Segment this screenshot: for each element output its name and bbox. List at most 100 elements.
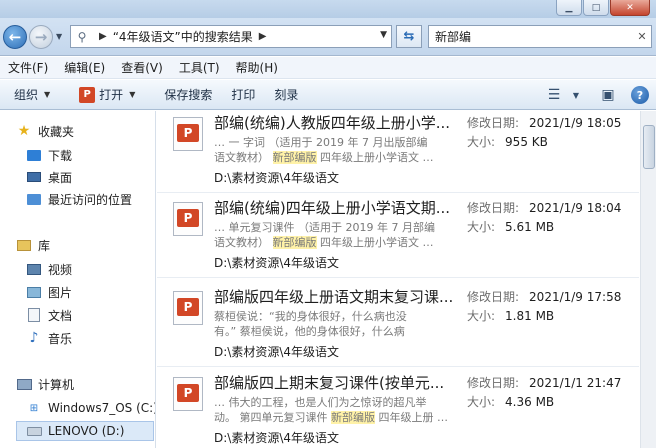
nav-music[interactable]: ♪ 音乐 — [26, 328, 72, 348]
nav-drive-c[interactable]: ⊞ Windows7_OS (C:) — [26, 398, 156, 418]
list-item[interactable]: P 部编(统编)四年级上册小学语文期... … 单元复习课件 （适用于 2019… — [157, 196, 639, 278]
drive-icon — [26, 423, 42, 439]
result-title[interactable]: 部编版四年级上册语文期末复习课... — [214, 286, 454, 307]
nav-desktop-label: 桌面 — [48, 170, 73, 185]
size-value: 4.36 MB — [505, 395, 555, 409]
nav-drive-c-label: Windows7_OS (C:) — [48, 401, 156, 415]
result-size: 大小: 4.36 MB — [467, 393, 554, 410]
nav-recent-label: 最近访问的位置 — [48, 192, 133, 207]
result-modified: 修改日期: 2021/1/1 21:47 — [467, 374, 621, 391]
preview-pane-icon[interactable]: ▣ — [598, 85, 618, 105]
view-options-icon[interactable]: ☰ — [544, 85, 564, 105]
search-box[interactable]: 新部编 ✕ — [428, 25, 652, 48]
powerpoint-file-icon: P — [173, 117, 203, 151]
nav-drive-d[interactable]: LENOVO (D:) — [16, 421, 154, 441]
nav-documents[interactable]: 文档 — [26, 305, 72, 325]
size-label: 大小: — [467, 309, 496, 323]
help-button[interactable]: ? — [630, 85, 650, 105]
snippet-text: 四年级上册小学语文 … — [316, 236, 434, 249]
nav-recent-places[interactable]: 最近访问的位置 — [26, 189, 132, 209]
size-label: 大小: — [467, 395, 496, 409]
search-results-list: P 部编(统编)人教版四年级上册小学... … 一 字词 （适用于 2019 年… — [157, 111, 639, 448]
print-button[interactable]: 打印 — [221, 80, 264, 110]
vertical-scrollbar[interactable] — [640, 111, 656, 448]
modified-value: 2021/1/9 18:04 — [529, 201, 622, 215]
minimize-button[interactable]: ▁ — [556, 0, 582, 16]
command-bar: 组织 ▼ P 打开 ▼ 保存搜索 打印 刻录 ☰ ▼ ▣ ? — [0, 80, 656, 110]
scrollbar-thumb[interactable] — [643, 125, 655, 169]
result-title[interactable]: 部编(统编)人教版四年级上册小学... — [214, 112, 454, 133]
organize-button[interactable]: 组织 ▼ — [0, 80, 59, 110]
nav-pictures[interactable]: 图片 — [26, 282, 72, 302]
result-modified: 修改日期: 2021/1/9 18:05 — [467, 114, 621, 131]
menu-edit[interactable]: 编辑(E) — [56, 59, 113, 76]
minimize-icon: ▁ — [565, 2, 573, 13]
windows-drive-icon: ⊞ — [29, 402, 39, 414]
address-dropdown-icon[interactable]: ▼ — [380, 30, 387, 40]
address-path[interactable]: “4年级语文”中的搜索结果 — [113, 28, 253, 45]
menu-view[interactable]: 查看(V) — [113, 59, 171, 76]
address-box[interactable]: ⚲ ▶ “4年级语文”中的搜索结果 ▶ ▼ — [70, 25, 392, 48]
result-snippet: … 伟大的工程，也是人们为之惊讶的超凡举 动。 第四单元复习课件 新部编版 四年… — [214, 395, 454, 425]
title-bar: ▁ □ ✕ — [0, 0, 656, 18]
recent-places-icon — [26, 191, 42, 207]
snippet-line: 语文教材） 新部编版 四年级上册小学语文 … — [214, 150, 454, 165]
open-button[interactable]: P 打开 ▼ — [59, 80, 144, 110]
recent-pages-dropdown[interactable]: ▼ — [56, 32, 62, 41]
nav-favorites[interactable]: ★ 收藏夹 — [16, 121, 74, 141]
forward-button[interactable]: → — [29, 25, 53, 49]
search-input[interactable]: 新部编 — [435, 28, 633, 45]
snippet-text: 有。” 蔡桓侯说，他的身体很好，什么病 — [214, 325, 405, 338]
result-size: 大小: 5.61 MB — [467, 218, 554, 235]
navigation-pane: ★ 收藏夹 下载 桌面 最近访问的位置 库 视频 图片 文档 ♪ 音乐 计算机 … — [0, 111, 156, 448]
modified-label: 修改日期: — [467, 201, 520, 215]
result-size: 大小: 1.81 MB — [467, 307, 554, 324]
list-item[interactable]: P 部编(统编)人教版四年级上册小学... … 一 字词 （适用于 2019 年… — [157, 111, 639, 193]
nav-pictures-label: 图片 — [48, 285, 73, 300]
list-item[interactable]: P 部编版四年级上册语文期末复习课... 蔡桓侯说：“我的身体很好，什么病也没 … — [157, 285, 639, 367]
maximize-button[interactable]: □ — [583, 0, 609, 16]
nav-videos[interactable]: 视频 — [26, 259, 72, 279]
modified-value: 2021/1/1 21:47 — [529, 376, 622, 390]
result-modified: 修改日期: 2021/1/9 18:04 — [467, 199, 621, 216]
documents-icon — [26, 307, 42, 323]
result-modified: 修改日期: 2021/1/9 17:58 — [467, 288, 621, 305]
save-search-button[interactable]: 保存搜索 — [144, 80, 221, 110]
result-path: D:\素材资源\4年级语文 — [214, 345, 340, 359]
help-icon: ? — [631, 86, 649, 104]
close-button[interactable]: ✕ — [610, 0, 650, 16]
downloads-folder-icon — [26, 147, 42, 163]
result-title[interactable]: 部编版四上期末复习课件(按单元... — [214, 372, 454, 393]
pictures-icon — [26, 284, 42, 300]
chevron-right-icon[interactable]: ▶ — [259, 31, 267, 42]
size-value: 5.61 MB — [505, 220, 555, 234]
music-icon: ♪ — [29, 330, 39, 346]
menu-file[interactable]: 文件(F) — [0, 59, 56, 76]
back-button[interactable]: ← — [3, 25, 27, 49]
nav-downloads[interactable]: 下载 — [26, 145, 72, 165]
result-snippet: 蔡桓侯说：“我的身体很好，什么病也没 有。” 蔡桓侯说，他的身体很好，什么病 — [214, 309, 454, 339]
modified-label: 修改日期: — [467, 376, 520, 390]
powerpoint-icon: P — [79, 86, 96, 103]
maximize-icon: □ — [591, 2, 601, 13]
refresh-icon: ⇆ — [403, 29, 415, 44]
menu-help[interactable]: 帮助(H) — [228, 59, 286, 76]
nav-computer[interactable]: 计算机 — [16, 374, 74, 394]
size-label: 大小: — [467, 220, 496, 234]
snippet-text: 语文教材） — [214, 236, 273, 249]
result-title[interactable]: 部编(统编)四年级上册小学语文期... — [214, 197, 454, 218]
burn-button[interactable]: 刻录 — [264, 80, 307, 110]
modified-label: 修改日期: — [467, 116, 520, 130]
menu-bar: 文件(F) 编辑(E) 查看(V) 工具(T) 帮助(H) — [0, 57, 656, 79]
chevron-right-icon[interactable]: ▶ — [99, 31, 107, 42]
snippet-line: 有。” 蔡桓侯说，他的身体很好，什么病 — [214, 324, 454, 339]
list-item[interactable]: P 部编版四上期末复习课件(按单元... … 伟大的工程，也是人们为之惊讶的超凡… — [157, 371, 639, 448]
view-dropdown-icon[interactable]: ▼ — [566, 85, 586, 105]
refresh-button[interactable]: ⇆ — [396, 25, 422, 48]
clear-search-icon[interactable]: ✕ — [633, 30, 651, 43]
desktop-icon — [26, 169, 42, 185]
nav-libraries[interactable]: 库 — [16, 235, 50, 255]
menu-tools[interactable]: 工具(T) — [171, 59, 228, 76]
size-label: 大小: — [467, 135, 496, 149]
nav-desktop[interactable]: 桌面 — [26, 167, 72, 187]
